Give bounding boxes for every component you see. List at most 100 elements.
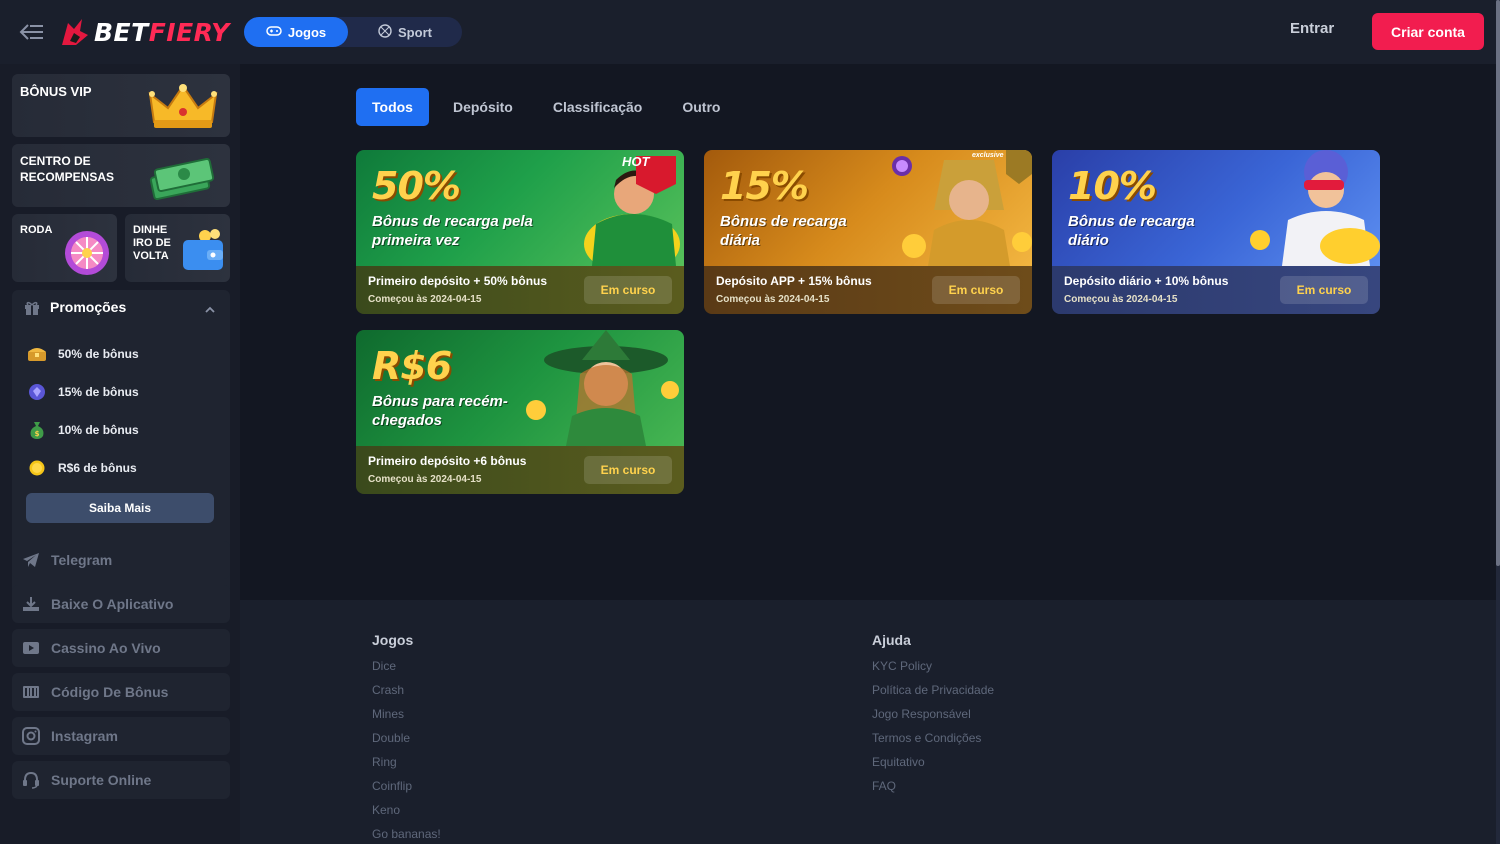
sidebar-item-label: Telegram	[51, 552, 113, 568]
tab-classificacao[interactable]: Classificação	[537, 88, 659, 126]
promo-card-art: 10% Bônus de recarga diário	[1052, 150, 1380, 266]
promo-card-10[interactable]: 10% Bônus de recarga diário Depósito diá…	[1052, 150, 1380, 314]
baseball-player-illustration-icon	[1230, 150, 1380, 271]
sidebar: BÔNUS VIP CENTRO DE RECOMPENSAS RODA DIN…	[0, 64, 240, 844]
sidebar-item-telegram[interactable]: Telegram	[12, 541, 230, 579]
hot-badge: HOT	[622, 154, 650, 169]
tab-outro[interactable]: Outro	[666, 88, 736, 126]
live-video-icon	[21, 638, 41, 658]
footer-link[interactable]: Jogo Responsável	[872, 702, 994, 726]
promo-headline: 10%	[1068, 164, 1157, 208]
tab-sport[interactable]: Sport	[348, 17, 462, 47]
promo-subtitle: Bônus de recarga diário	[1068, 213, 1195, 249]
promo-card-footer: Primeiro depósito +6 bônus Começou às 20…	[356, 446, 684, 494]
cash-stack-icon	[148, 152, 218, 205]
rewards-center-card[interactable]: CENTRO DE RECOMPENSAS	[12, 144, 230, 207]
promo-subtitle: Bônus de recarga pela primeira vez	[372, 213, 533, 249]
logo-fiery-text: FIERY	[148, 17, 230, 47]
sidebar-item-live-casino[interactable]: Cassino Ao Vivo	[12, 629, 230, 667]
scrollbar-thumb[interactable]	[1496, 0, 1500, 566]
promo-title: Primeiro depósito + 50% bônus	[368, 274, 548, 288]
footer-link[interactable]: Dice	[372, 654, 441, 678]
sidebar-item-label: Instagram	[51, 728, 118, 744]
footer-link[interactable]: Coinflip	[372, 774, 441, 798]
promo-status-badge[interactable]: Em curso	[584, 456, 672, 484]
footer-link[interactable]: Crash	[372, 678, 441, 702]
footer-link[interactable]: Mines	[372, 702, 441, 726]
promo-status-badge[interactable]: Em curso	[932, 276, 1020, 304]
wheel-label: RODA	[20, 224, 53, 236]
exclusive-badge: exclusive	[972, 152, 1004, 159]
promo-card-r6[interactable]: R$6 Bônus para recém-chegados Primeiro d…	[356, 330, 684, 494]
register-button[interactable]: Criar conta	[1372, 13, 1484, 50]
tab-deposito[interactable]: Depósito	[437, 88, 529, 126]
treasure-chest-icon	[26, 343, 48, 365]
promo-item-label: 50% de bônus	[58, 347, 139, 361]
promo-headline: R$6	[372, 344, 452, 388]
vip-bonus-label: BÔNUS VIP	[20, 84, 92, 99]
rewards-center-label: CENTRO DE RECOMPENSAS	[20, 154, 115, 184]
headset-icon	[21, 770, 41, 790]
footer-games-column: Jogos Dice Crash Mines Double Ring Coinf…	[372, 632, 441, 844]
menu-toggle-icon[interactable]	[18, 20, 46, 44]
footer-link[interactable]: Keno	[372, 798, 441, 822]
footer-help-title: Ajuda	[872, 632, 911, 648]
top-header: BETFIERY Jogos Sport Entrar Criar conta	[0, 0, 1496, 64]
footer-link[interactable]: Política de Privacidade	[872, 678, 994, 702]
footer-link[interactable]: KYC Policy	[872, 654, 994, 678]
promo-item-50[interactable]: 50% de bônus	[26, 340, 216, 368]
promo-item-15[interactable]: 15% de bônus	[26, 378, 216, 406]
money-bag-icon: $	[26, 419, 48, 441]
logo-bet-text: BET	[94, 17, 149, 47]
footer-link[interactable]: Equitativo	[872, 750, 994, 774]
promo-subtitle: Bônus para recém-chegados	[372, 393, 508, 429]
wolf-logo-icon	[58, 15, 92, 49]
tab-sport-label: Sport	[398, 24, 432, 40]
login-button[interactable]: Entrar	[1290, 20, 1334, 37]
page-scrollbar[interactable]	[1496, 0, 1500, 844]
crown-icon	[148, 82, 218, 137]
promo-card-50[interactable]: HOT 50% Bônus de recarga pela primeira v…	[356, 150, 684, 314]
coin-icon	[26, 457, 48, 479]
footer-link[interactable]: Ring	[372, 750, 441, 774]
promo-card-footer: Primeiro depósito + 50% bônus Começou às…	[356, 266, 684, 314]
promo-date: Começou às 2024-04-15	[368, 294, 482, 305]
footer-link[interactable]: Go bananas!	[372, 822, 441, 844]
footer-link[interactable]: Termos e Condições	[872, 726, 994, 750]
promo-card-footer: Depósito diário + 10% bônus Começou às 2…	[1052, 266, 1380, 314]
promo-status-badge[interactable]: Em curso	[584, 276, 672, 304]
gamepad-icon	[266, 25, 282, 40]
promo-card-15[interactable]: exclusive 15% Bônus de recarga diária De…	[704, 150, 1032, 314]
cashback-card[interactable]: DINHE IRO DE VOLTA	[125, 214, 230, 282]
tab-todos[interactable]: Todos	[356, 88, 429, 126]
wheel-card[interactable]: RODA	[12, 214, 117, 282]
cashback-label: DINHE IRO DE VOLTA	[133, 224, 171, 262]
learn-more-button[interactable]: Saiba Mais	[26, 493, 214, 523]
footer-link[interactable]: FAQ	[872, 774, 994, 798]
sidebar-item-instagram[interactable]: Instagram	[12, 717, 230, 755]
telegram-icon	[21, 550, 41, 570]
gem-icon	[26, 381, 48, 403]
wallet-icon	[179, 226, 227, 279]
promo-item-label: R$6 de bônus	[58, 461, 137, 475]
vip-bonus-card[interactable]: BÔNUS VIP	[12, 74, 230, 137]
brand-logo[interactable]: BETFIERY	[58, 12, 230, 52]
promo-item-10[interactable]: $ 10% de bônus	[26, 416, 216, 444]
promo-headline: 15%	[720, 164, 809, 208]
tab-jogos[interactable]: Jogos	[244, 17, 348, 47]
promotions-header[interactable]: Promoções	[12, 290, 230, 326]
footer-link[interactable]: Double	[372, 726, 441, 750]
promo-date: Começou às 2024-04-15	[1064, 294, 1178, 305]
sidebar-item-bonus-code[interactable]: Código De Bônus	[12, 673, 230, 711]
sidebar-item-label: Baixe O Aplicativo	[51, 596, 174, 612]
witch-illustration-icon	[516, 330, 684, 451]
promo-item-label: 10% de bônus	[58, 423, 139, 437]
tab-jogos-label: Jogos	[287, 24, 327, 40]
sidebar-item-online-support[interactable]: Suporte Online	[12, 761, 230, 799]
promo-status-badge[interactable]: Em curso	[1280, 276, 1368, 304]
sidebar-item-download-app[interactable]: Baixe O Aplicativo	[12, 585, 230, 623]
promo-item-r6[interactable]: R$6 de bônus	[26, 454, 216, 482]
promotions-title: Promoções	[50, 299, 127, 315]
download-icon	[21, 594, 41, 614]
chevron-up-icon	[204, 302, 216, 320]
